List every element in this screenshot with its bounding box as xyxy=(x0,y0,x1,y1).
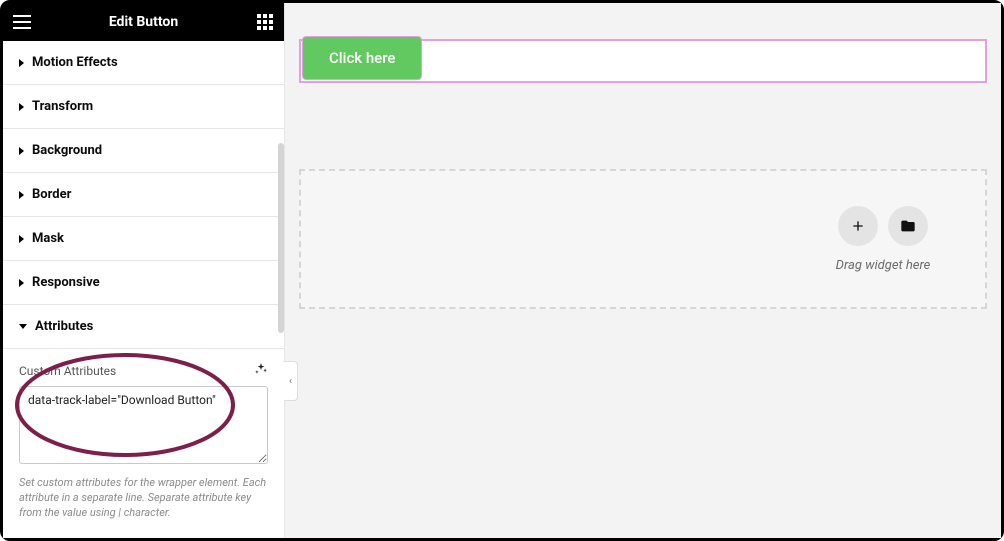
panel-label: Transform xyxy=(32,99,93,114)
sidebar-header: Edit Button xyxy=(3,3,284,41)
panel-motion-effects[interactable]: Motion Effects xyxy=(3,41,284,85)
chevron-right-icon xyxy=(19,191,24,199)
chevron-down-icon xyxy=(19,324,27,329)
widget-library-button[interactable] xyxy=(888,206,928,246)
plus-icon xyxy=(850,218,866,234)
chevron-right-icon xyxy=(19,235,24,243)
panel-label: Attributes xyxy=(35,319,93,334)
collapse-sidebar-button[interactable]: ‹ xyxy=(284,361,298,401)
panel-label: Mask xyxy=(32,231,64,246)
custom-attributes-help: Set custom attributes for the wrapper el… xyxy=(19,476,268,521)
panel-border[interactable]: Border xyxy=(3,173,284,217)
folder-icon xyxy=(900,218,916,234)
panel-label: Background xyxy=(32,143,102,158)
panel-responsive[interactable]: Responsive xyxy=(3,261,284,305)
chevron-right-icon xyxy=(19,147,24,155)
panel-transform[interactable]: Transform xyxy=(3,85,284,129)
selected-widget-section[interactable]: Click here xyxy=(299,39,987,83)
attributes-body: Custom Attributes Set custom attributes … xyxy=(3,349,284,527)
button-widget[interactable]: Click here xyxy=(303,37,421,79)
custom-attributes-input[interactable] xyxy=(19,386,268,464)
add-widget-button[interactable] xyxy=(838,206,878,246)
panel-mask[interactable]: Mask xyxy=(3,217,284,261)
dynamic-tags-icon[interactable] xyxy=(254,361,268,380)
panel-label: Motion Effects xyxy=(32,55,118,70)
page-title: Edit Button xyxy=(109,14,178,30)
panel-list: Motion Effects Transform Background Bord… xyxy=(3,41,284,538)
panel-background[interactable]: Background xyxy=(3,129,284,173)
panel-label: Responsive xyxy=(32,275,100,290)
chevron-right-icon xyxy=(19,279,24,287)
apps-grid-icon[interactable] xyxy=(254,11,276,33)
canvas: ‹ Click here Drag widget here xyxy=(285,3,1001,538)
custom-attributes-label: Custom Attributes xyxy=(19,364,116,378)
chevron-right-icon xyxy=(19,103,24,111)
panel-label: Border xyxy=(32,187,71,202)
hamburger-menu-icon[interactable] xyxy=(11,11,33,33)
button-widget-label: Click here xyxy=(329,49,395,67)
chevron-right-icon xyxy=(19,59,24,67)
panel-attributes[interactable]: Attributes xyxy=(3,305,284,349)
drop-zone[interactable]: Drag widget here xyxy=(299,169,987,309)
editor-sidebar: Edit Button Motion Effects Transform Bac… xyxy=(3,3,285,538)
drop-zone-hint: Drag widget here xyxy=(836,258,931,273)
